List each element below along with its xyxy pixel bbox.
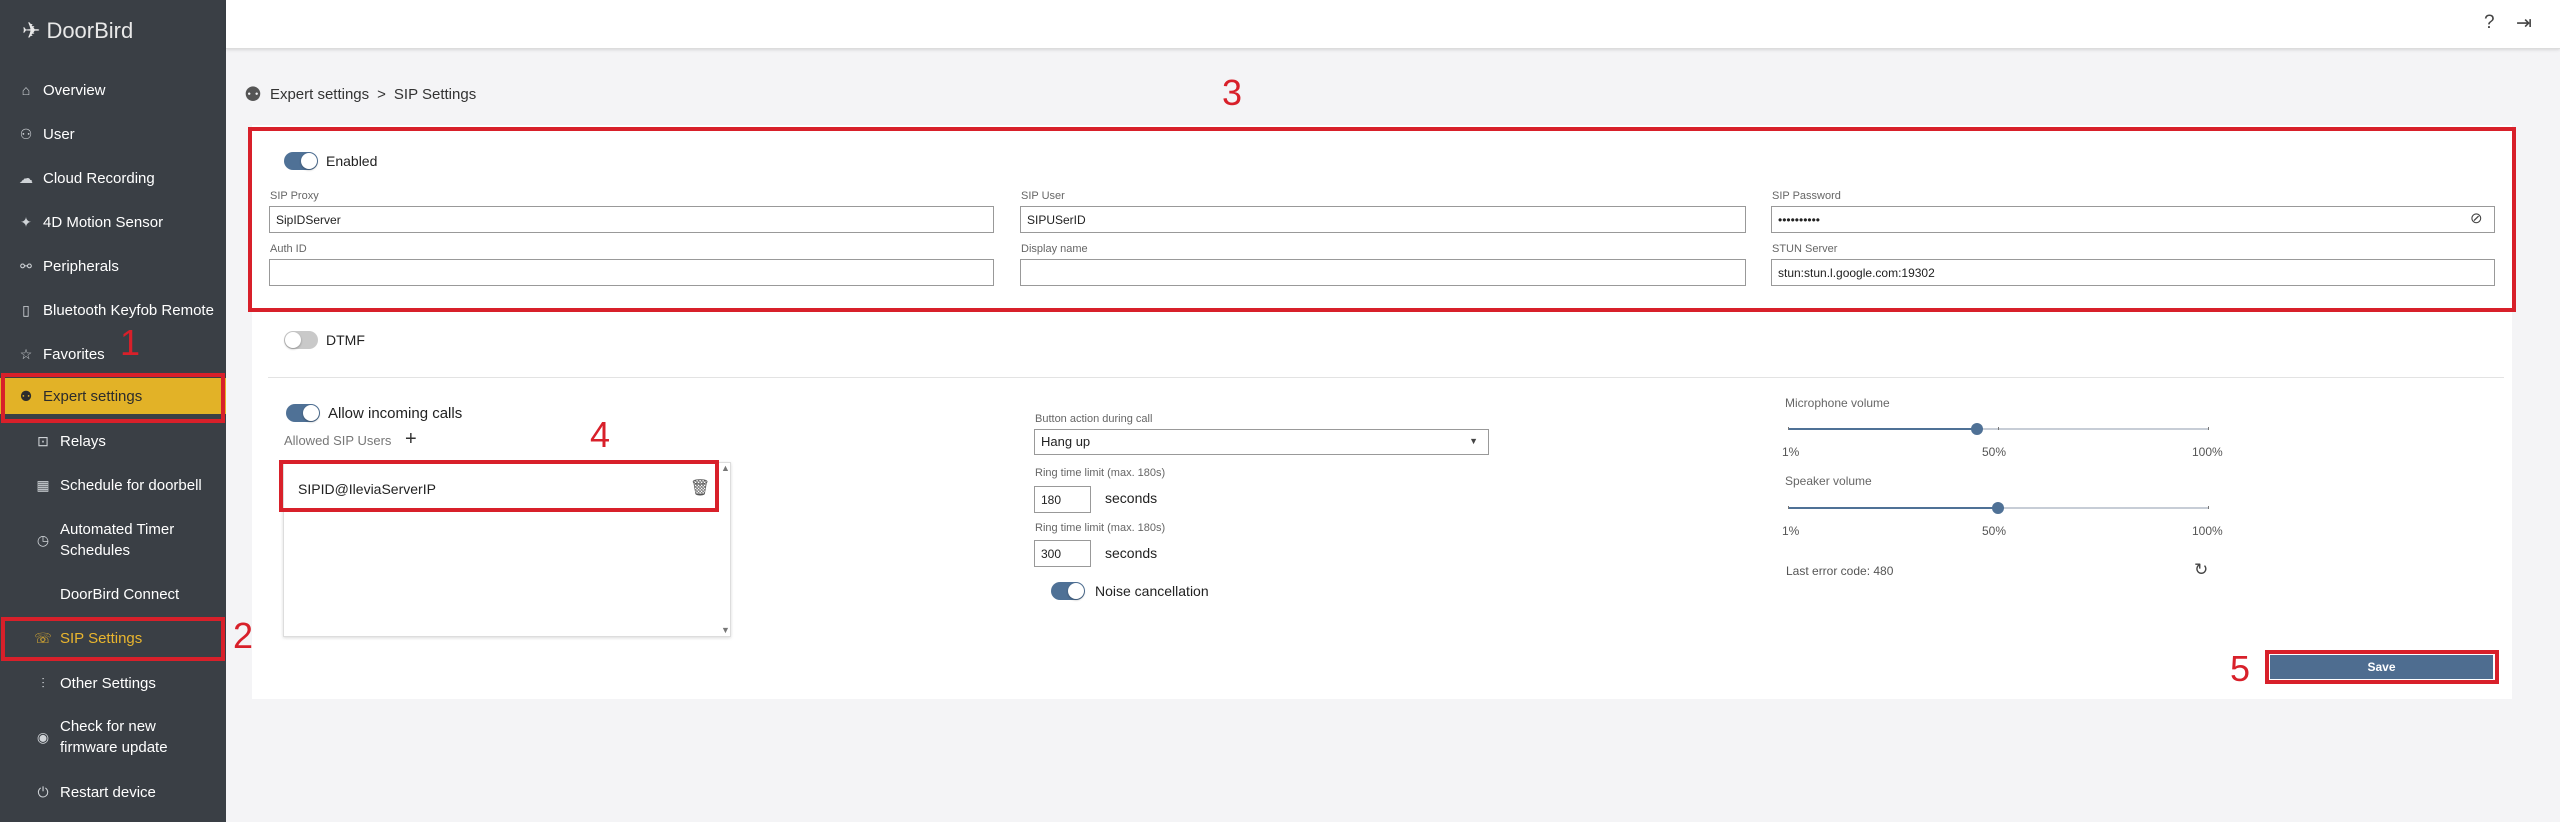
speaker-volume-label: Speaker volume: [1785, 474, 1872, 488]
annotation-number-4: 4: [590, 414, 611, 455]
logout-icon[interactable]: ⇥: [2516, 12, 2532, 35]
speaker-mid-label: 50%: [1982, 524, 2007, 538]
last-error-code: Last error code: 480: [1786, 564, 1894, 578]
annotation-box-5: [2265, 650, 2499, 684]
breadcrumb-parent[interactable]: Expert settings: [270, 86, 369, 103]
logo: ✈ DoorBird: [22, 18, 134, 43]
speaker-min-label: 1%: [1782, 524, 1800, 538]
sidebar-item-user[interactable]: ⚇ User: [0, 116, 226, 152]
slider-tick: [2208, 427, 2209, 430]
doorbird-logo-icon: ✈: [22, 18, 41, 43]
slider-thumb[interactable]: [1971, 423, 1983, 435]
sidebar-item-firmware-update[interactable]: ◉ Check for new firmware update: [0, 713, 226, 761]
microphone-volume-label: Microphone volume: [1785, 396, 1890, 410]
slider-thumb[interactable]: [1992, 502, 2004, 514]
allow-incoming-label: Allow incoming calls: [328, 404, 463, 422]
noise-cancellation-row: Noise cancellation: [1051, 582, 1209, 600]
annotation-number-1: 1: [120, 322, 141, 363]
slider-fill: [1788, 507, 1998, 509]
cloud-icon: ☁: [19, 169, 33, 186]
breadcrumb: ⚉ Expert settings > SIP Settings: [244, 82, 476, 107]
topbar: ? ⇥: [226, 0, 2560, 49]
relay-icon: ⊡: [37, 432, 49, 449]
speaker-max-label: 100%: [2192, 524, 2223, 538]
annotation-number-2: 2: [233, 615, 254, 656]
scroll-up-icon[interactable]: ▲: [721, 463, 730, 473]
firmware-icon: ◉: [36, 728, 50, 745]
allow-incoming-row: Allow incoming calls: [286, 404, 462, 422]
sidebar-item-peripherals[interactable]: ⚯ Peripherals: [0, 248, 226, 284]
seconds-label-2: seconds: [1105, 545, 1158, 561]
users-icon: ⚇: [19, 125, 33, 142]
annotation-number-3: 3: [1222, 72, 1243, 113]
ring-time-input-1[interactable]: [1034, 486, 1091, 513]
ring-time-input-2[interactable]: [1034, 540, 1091, 567]
chevron-down-icon: ▼: [1469, 436, 1478, 446]
dtmf-row: DTMF: [284, 331, 365, 349]
sidebar-item-overview[interactable]: ⌂ Overview: [0, 72, 226, 108]
calendar-icon: ▦: [36, 476, 50, 493]
slider-tick: [1788, 427, 1789, 430]
button-action-select[interactable]: Hang up ▼: [1034, 429, 1489, 455]
star-icon: ☆: [19, 345, 33, 362]
sidebar-item-restart-device[interactable]: ⏻ Restart device: [0, 774, 226, 810]
breadcrumb-separator: >: [377, 86, 386, 103]
allowed-sip-users-label: Allowed SIP Users: [284, 433, 392, 448]
refresh-icon[interactable]: ↻: [2194, 560, 2208, 580]
slider-tick: [2208, 506, 2209, 509]
divider: [268, 377, 2504, 378]
sidebar-item-cloud-recording[interactable]: ☁ Cloud Recording: [0, 160, 226, 196]
timer-icon: ◷: [36, 531, 50, 548]
mic-mid-label: 50%: [1982, 445, 2007, 459]
motion-icon: ✦: [20, 213, 32, 230]
expert-settings-icon: ⚉: [244, 84, 262, 106]
annotation-box-4: [279, 460, 719, 512]
slider-fill: [1788, 428, 1977, 430]
annotation-box-1: [1, 373, 225, 423]
annotation-number-5: 5: [2230, 648, 2251, 689]
sliders-icon: ⫶: [41, 674, 45, 691]
sidebar-item-schedule-doorbell[interactable]: ▦ Schedule for doorbell: [0, 467, 226, 503]
slider-tick: [1998, 427, 1999, 430]
noise-cancellation-toggle[interactable]: [1051, 582, 1085, 600]
power-icon: ⏻: [37, 783, 49, 800]
dtmf-toggle[interactable]: [284, 331, 318, 349]
sidebar-item-relays[interactable]: ⊡ Relays: [0, 423, 226, 459]
sidebar-item-other-settings[interactable]: ⫶ Other Settings: [0, 665, 226, 701]
sidebar-item-motion-sensor[interactable]: ✦ 4D Motion Sensor: [0, 204, 226, 240]
add-user-button[interactable]: +: [405, 428, 417, 451]
slider-tick: [1788, 506, 1789, 509]
allow-incoming-toggle[interactable]: [286, 404, 320, 422]
help-icon[interactable]: ?: [2484, 12, 2495, 34]
mic-max-label: 100%: [2192, 445, 2223, 459]
peripherals-icon: ⚯: [20, 257, 32, 274]
scroll-down-icon[interactable]: ▼: [721, 625, 730, 635]
sidebar-item-automated-timer[interactable]: ◷ Automated Timer Schedules: [0, 516, 226, 564]
sidebar-item-bluetooth-keyfob[interactable]: ▯ Bluetooth Keyfob Remote: [0, 292, 226, 328]
noise-cancellation-label: Noise cancellation: [1095, 583, 1209, 599]
seconds-label-1: seconds: [1105, 490, 1158, 506]
annotation-box-2: [1, 617, 225, 661]
home-icon: ⌂: [21, 82, 31, 98]
keyfob-icon: ▯: [22, 301, 30, 318]
mic-min-label: 1%: [1782, 445, 1800, 459]
sidebar-item-doorbird-connect[interactable]: DoorBird Connect: [0, 576, 226, 612]
sidebar-item-favorites[interactable]: ☆ Favorites: [0, 336, 226, 372]
dtmf-label: DTMF: [326, 332, 365, 348]
button-action-label: Button action during call: [1035, 413, 1153, 425]
annotation-box-3: [248, 127, 2516, 312]
ring-time-label-2: Ring time limit (max. 180s): [1035, 522, 1166, 534]
breadcrumb-current: SIP Settings: [393, 86, 477, 103]
ring-time-label-1: Ring time limit (max. 180s): [1035, 467, 1166, 479]
